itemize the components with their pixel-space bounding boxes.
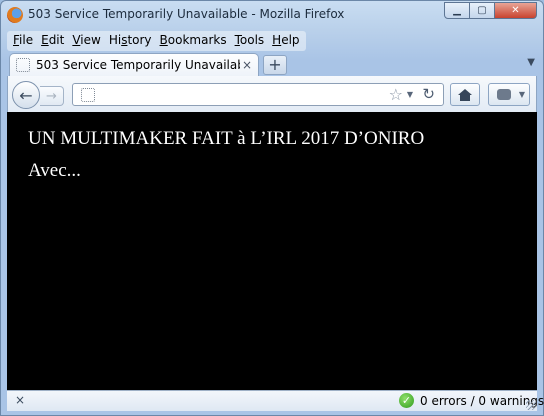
menu-tools[interactable]: Tools — [231, 31, 269, 51]
menu-help-label: Help — [272, 33, 300, 47]
addon-dropmarker-icon[interactable]: ▼ — [519, 90, 525, 99]
menu-file-label: File — [13, 33, 34, 47]
browser-window: 503 Service Temporarily Unavailable - Mo… — [0, 0, 544, 416]
addon-bar: × ✓ 0 errors / 0 warnings — [7, 390, 544, 411]
validator-check-icon[interactable]: ✓ — [399, 393, 414, 408]
menu-help[interactable]: Help — [268, 31, 303, 51]
menu-history[interactable]: History — [105, 31, 156, 51]
firefox-logo-icon[interactable] — [7, 7, 23, 23]
new-tab-button[interactable]: + — [263, 55, 287, 75]
page-content: UN MULTIMAKER FAIT à L’IRL 2017 D’ONIRO … — [7, 112, 537, 390]
forward-arrow-icon: → — [46, 88, 57, 104]
url-bar[interactable]: ☆ ▼ ↻ — [72, 83, 444, 106]
bookmark-star-icon[interactable]: ☆ — [389, 85, 403, 104]
history-dropmarker-icon[interactable]: ▼ — [407, 90, 413, 99]
close-addon-bar-icon[interactable]: × — [15, 393, 25, 407]
url-input[interactable] — [101, 86, 375, 104]
list-all-tabs-icon[interactable]: ▼ — [527, 57, 535, 68]
resize-grip[interactable] — [526, 400, 536, 410]
tab-strip: 503 Service Temporarily Unavailable × + … — [7, 53, 539, 76]
navigation-toolbar: → ← ☆ ▼ ↻ ▼ — [7, 76, 537, 112]
menu-history-label: History — [108, 33, 152, 47]
menu-view[interactable]: View — [68, 31, 104, 51]
menu-bar: File Edit View History Bookmarks Tools H… — [7, 31, 306, 51]
minimize-button[interactable]: ▁ — [444, 2, 470, 19]
tab-title: 503 Service Temporarily Unavailable — [36, 58, 240, 72]
site-identity-icon[interactable] — [81, 88, 95, 102]
menu-bookmarks-label: Bookmarks — [159, 33, 227, 47]
menu-edit[interactable]: Edit — [37, 31, 68, 51]
home-button[interactable] — [450, 83, 480, 106]
page-subline: Avec... — [28, 160, 81, 181]
menu-tools-label: Tools — [234, 33, 265, 47]
close-window-button[interactable]: ✕ — [494, 2, 537, 19]
home-icon — [458, 88, 472, 101]
maximize-button[interactable]: ▢ — [469, 2, 495, 19]
forward-button[interactable]: → — [40, 86, 64, 106]
menu-bookmarks[interactable]: Bookmarks — [156, 31, 231, 51]
reload-icon[interactable]: ↻ — [422, 85, 435, 103]
title-bar[interactable]: 503 Service Temporarily Unavailable - Mo… — [1, 1, 543, 29]
tab-active[interactable]: 503 Service Temporarily Unavailable × — [9, 53, 259, 76]
page-heading: UN MULTIMAKER FAIT à L’IRL 2017 D’ONIRO — [28, 128, 425, 149]
menu-view-label: View — [72, 33, 101, 47]
back-arrow-icon: ← — [19, 85, 33, 105]
back-button[interactable]: ← — [12, 81, 40, 109]
addon-icon — [497, 89, 511, 100]
addon-button[interactable]: ▼ — [488, 83, 530, 106]
window-title: 503 Service Temporarily Unavailable - Mo… — [28, 7, 345, 21]
tab-close-icon[interactable]: × — [240, 58, 254, 72]
menu-edit-label: Edit — [41, 33, 65, 47]
window-controls: ▁ ▢ ✕ — [444, 2, 537, 20]
page-favicon-icon — [16, 58, 30, 72]
menu-file[interactable]: File — [9, 31, 37, 51]
